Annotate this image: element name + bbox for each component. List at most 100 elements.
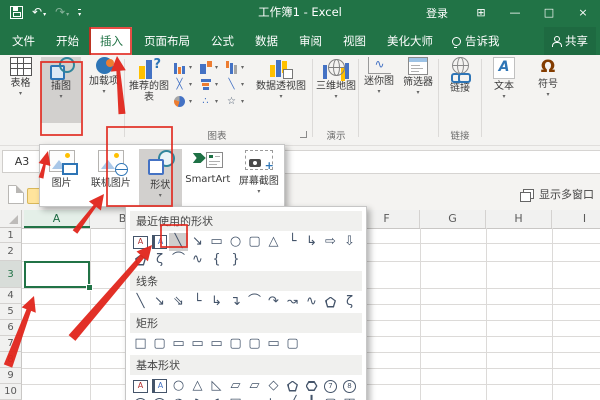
scatter-chart-button[interactable]: ∴ ▾ [198,93,224,110]
3d-map-button[interactable]: 三维地图 ▾ [315,57,357,123]
slicers-button[interactable]: 筛选器 ▾ [399,57,437,123]
diamond-shape[interactable]: ◇ [264,377,283,395]
right-brace-shape[interactable]: } [226,251,245,269]
rectangle-shape[interactable]: □ [131,335,150,353]
name-box[interactable]: A3 [2,150,42,173]
select-all-corner[interactable] [0,210,22,228]
curved-connector-shape[interactable]: ⌒ [245,293,264,311]
snip-diagonal-corner-rectangle-shape[interactable]: ▭ [207,335,226,353]
elbow-double-arrow-connector-shape[interactable]: ↴ [226,293,245,311]
left-brace-shape[interactable]: { [207,251,226,269]
elbow-arrow-connector-shape[interactable]: ↳ [302,233,321,251]
round-diagonal-corner-rectangle-shape[interactable]: ▢ [283,335,302,353]
column-chart-button[interactable]: ▾ [172,59,198,76]
down-arrow-shape[interactable]: ⇩ [340,233,359,251]
line-shape[interactable]: ╲ [169,233,188,251]
snip-same-side-corner-rectangle-shape[interactable]: ▭ [188,335,207,353]
chord-shape[interactable]: ◗ [188,395,207,400]
snip-single-corner-rectangle-shape[interactable]: ▭ [169,335,188,353]
pie-chart-button[interactable]: ▾ [172,93,198,110]
diagonal-stripe-shape[interactable]: ╱ [283,395,302,400]
can-shape[interactable]: ◫ [340,395,359,400]
curved-arrow-connector-shape[interactable]: ↷ [264,293,283,311]
curve-shape[interactable]: ∿ [188,251,207,269]
row-header-8[interactable]: 8 [0,352,22,368]
line-double-arrow-shape[interactable]: ⇘ [169,293,188,311]
vertical-text-box-shape[interactable]: A [150,377,169,395]
row-header-1[interactable]: 1 [0,228,22,243]
selected-cell-A3[interactable] [24,261,90,288]
text-button[interactable]: A 文本 ▾ [485,57,523,123]
show-multiple-windows-button[interactable]: 显示多窗口 [520,186,594,202]
freeform-shape[interactable] [131,251,150,269]
pictures-button[interactable]: 图片 [40,149,83,207]
heptagon-shape[interactable]: 7 [321,377,340,395]
round-single-corner-rectangle-shape[interactable]: ▢ [245,335,264,353]
charts-dialog-launcher-icon[interactable] [300,131,307,138]
right-arrow-shape[interactable]: ⇨ [321,233,340,251]
octagon-shape[interactable]: 8 [340,377,359,395]
line-shape[interactable]: ╲ [131,293,150,311]
snip-and-round-single-corner-rectangle-shape[interactable]: ▢ [226,335,245,353]
l-shape-shape[interactable]: ∟ [264,395,283,400]
text-box-shape[interactable]: A [131,233,150,251]
row-header-5[interactable]: 5 [0,304,22,320]
radar-chart-button[interactable]: ☆ ▾ [224,93,250,110]
online-pictures-button[interactable]: 联机图片 [83,149,139,207]
plaque-shape[interactable]: ▢ [321,395,340,400]
row-header-7[interactable]: 7 [0,336,22,352]
hierarchy-chart-button[interactable]: ▾ [198,59,224,76]
rounded-rectangle-shape[interactable]: ▢ [245,233,264,251]
smartart-button[interactable]: SmartArt [182,149,234,207]
table-button[interactable]: 表格 ▾ [2,57,39,123]
line-arrow-shape[interactable]: ↘ [188,233,207,251]
row-header-10[interactable]: 10 [0,384,22,400]
oval-shape[interactable]: ○ [226,233,245,251]
shapes-button[interactable]: 形状 ▾ [138,149,182,207]
text-box-shape[interactable]: A [131,377,150,395]
isosceles-triangle-shape[interactable]: △ [188,377,207,395]
oval-shape[interactable]: ○ [169,377,188,395]
rounded-rectangle-shape[interactable]: ▢ [150,335,169,353]
pie-shape[interactable]: ◔ [169,395,188,400]
illustrations-button[interactable]: 插图 ▾ [41,57,81,123]
combo-chart-button[interactable]: ╲ ▾ [224,76,250,93]
waterfall-chart-button[interactable]: ▾ [224,59,250,76]
trapezoid-shape[interactable]: ▱ [245,377,264,395]
rectangle-shape[interactable]: ▭ [207,233,226,251]
half-frame-shape[interactable]: ⌐ [245,395,264,400]
arc-shape[interactable]: ⌒ [169,251,188,269]
curved-double-arrow-connector-shape[interactable]: ↝ [283,293,302,311]
frame-shape[interactable]: ▣ [226,395,245,400]
screenshot-button[interactable]: 屏幕截图▾ [234,149,284,207]
pivot-chart-button[interactable]: 数据透视图 ▾ [250,57,312,123]
hexagon-shape[interactable] [302,377,321,395]
line-chart-button[interactable]: ╳ ▾ [172,76,198,93]
elbow-connector-shape[interactable]: └ [283,233,302,251]
curve-shape[interactable]: ∿ [302,293,321,311]
row-header-4[interactable]: 4 [0,288,22,304]
recommended-charts-button[interactable]: ? 推荐的图表 [127,57,171,123]
row-header-3[interactable]: 3 [0,261,22,288]
vertical-text-box-shape[interactable]: A [150,233,169,251]
column-header-I[interactable]: I [552,210,600,228]
scribble-shape[interactable]: ζ [340,293,359,311]
freeform-shape[interactable] [321,293,340,311]
fill-handle[interactable] [86,284,93,291]
teardrop-shape[interactable]: ◖ [207,395,226,400]
row-header-2[interactable]: 2 [0,243,22,261]
symbols-button[interactable]: Ω 符号 ▾ [528,57,568,123]
parallelogram-shape[interactable]: ▱ [226,377,245,395]
column-header-G[interactable]: G [420,210,486,228]
isosceles-triangle-shape[interactable]: △ [264,233,283,251]
line-arrow-shape[interactable]: ↘ [150,293,169,311]
row-header-9[interactable]: 9 [0,368,22,384]
bar-chart-button[interactable]: ▾ [198,76,224,93]
regular-pentagon-shape[interactable] [283,377,302,395]
right-triangle-shape[interactable]: ◺ [207,377,226,395]
scribble-shape[interactable]: ζ [150,251,169,269]
sparklines-button[interactable]: ∿ 迷你图 ▾ [360,57,398,123]
elbow-connector-shape[interactable]: └ [188,293,207,311]
add-ins-button[interactable]: 加载项 ▾ [85,57,123,123]
link-button[interactable]: 链接 [441,57,479,123]
